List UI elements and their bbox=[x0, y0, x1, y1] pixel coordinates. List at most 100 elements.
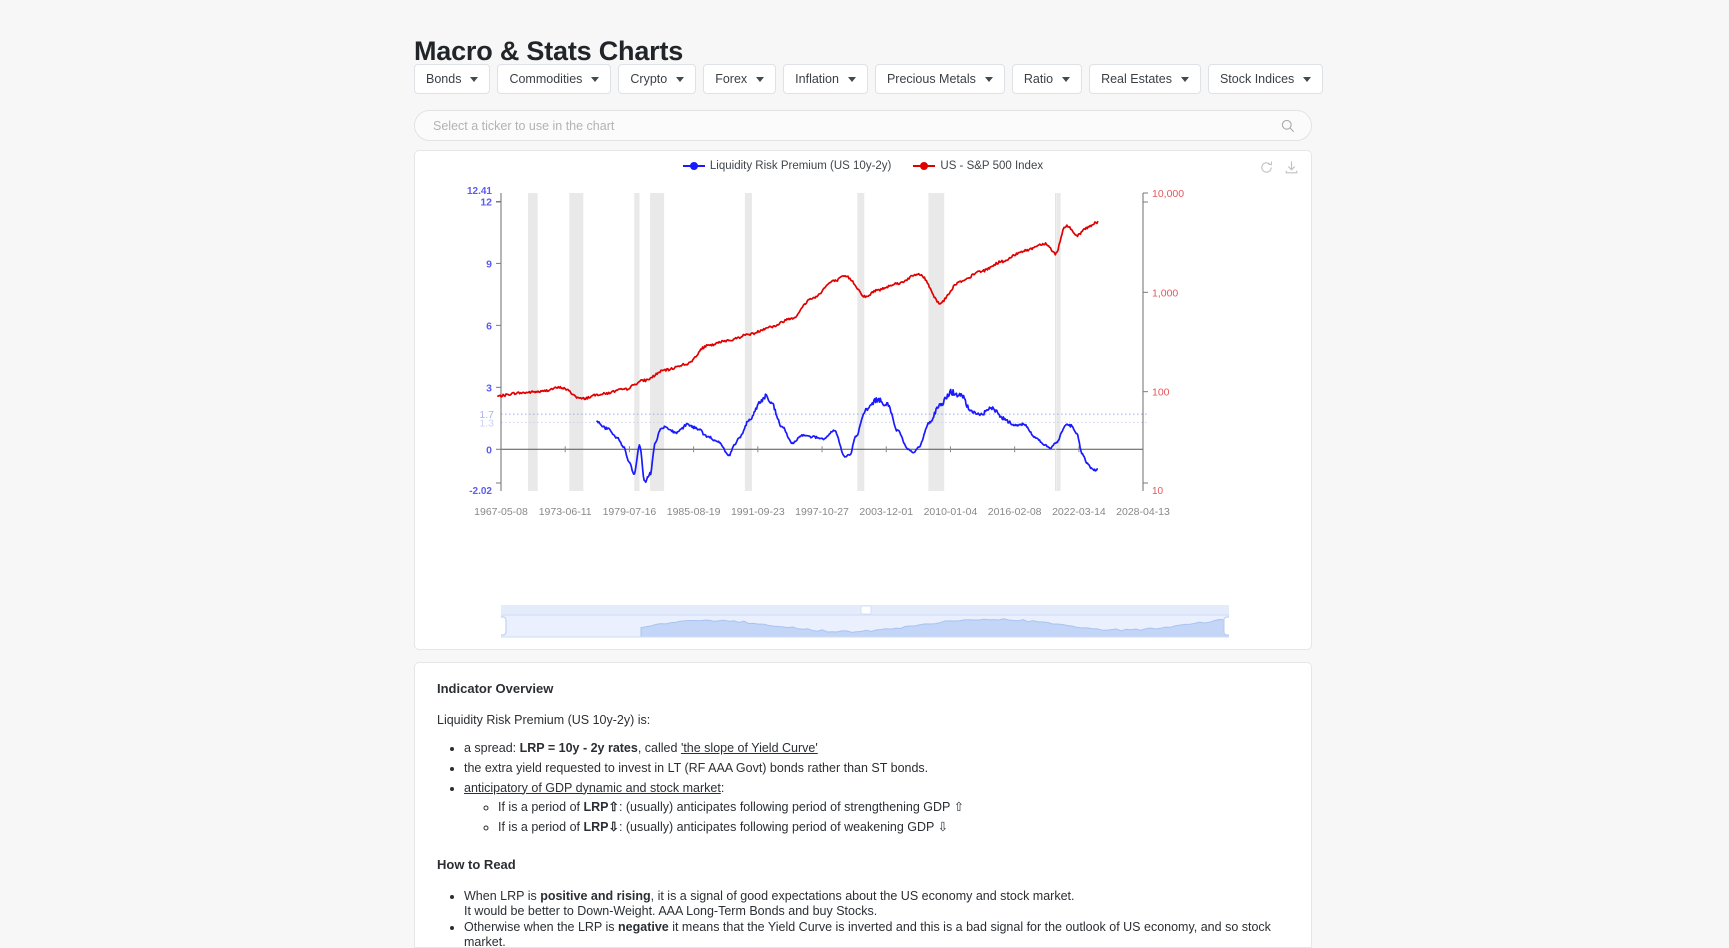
howto-bullet-negative: Otherwise when the LRP is negative it me… bbox=[464, 920, 1289, 947]
svg-text:1,000: 1,000 bbox=[1152, 287, 1178, 299]
svg-text:2028-04-13: 2028-04-13 bbox=[1116, 506, 1170, 518]
refresh-icon[interactable] bbox=[1259, 160, 1274, 175]
nav-button-ratio[interactable]: Ratio bbox=[1011, 64, 1083, 94]
chart-card: Liquidity Risk Premium (US 10y-2y) US - … bbox=[414, 150, 1312, 650]
overview-sub-list: If is a period of LRP⇧: (usually) antici… bbox=[464, 800, 1289, 835]
howto-bullet-positive: When LRP is positive and rising, it is a… bbox=[464, 889, 1289, 919]
sub-text-post: : (usually) anticipates following period… bbox=[618, 820, 938, 834]
svg-text:1997-10-27: 1997-10-27 bbox=[795, 506, 849, 518]
nav-button-commodities[interactable]: Commodities bbox=[497, 64, 612, 94]
svg-text:10: 10 bbox=[1152, 486, 1164, 497]
yield-curve-link[interactable]: 'the slope of Yield Curve' bbox=[681, 741, 818, 755]
app-page: Macro & Stats Charts Bonds Commodities C… bbox=[0, 0, 1729, 948]
nav-label: Commodities bbox=[509, 72, 583, 86]
ticker-search-bar[interactable] bbox=[414, 110, 1312, 141]
howto-text-pre: Otherwise when the LRP is bbox=[464, 920, 619, 935]
arrow-up-icon: ⇧ bbox=[608, 800, 619, 815]
howto-text-pre: When LRP is bbox=[464, 888, 541, 903]
overview-sub-lrp-up: If is a period of LRP⇧: (usually) antici… bbox=[498, 800, 1289, 815]
overview-bullet-spread: a spread: LRP = 10y - 2y rates, called '… bbox=[464, 741, 1289, 756]
svg-text:10,000: 10,000 bbox=[1152, 188, 1184, 200]
nav-button-stock-indices[interactable]: Stock Indices bbox=[1207, 64, 1324, 94]
category-nav: Bonds Commodities Crypto Forex Inflation… bbox=[414, 64, 1324, 94]
nav-label: Forex bbox=[715, 72, 748, 86]
legend-label: US - S&P 500 Index bbox=[940, 160, 1044, 172]
bullet-text-mid: , called bbox=[637, 741, 681, 755]
nav-label: Inflation bbox=[795, 72, 839, 86]
nav-label: Ratio bbox=[1023, 72, 1054, 86]
legend-item-lrp[interactable]: Liquidity Risk Premium (US 10y-2y) bbox=[682, 160, 892, 172]
howto-text-line2: It would be better to Down-Weight. AAA L… bbox=[464, 903, 878, 918]
legend-item-sp500[interactable]: US - S&P 500 Index bbox=[913, 160, 1043, 172]
arrow-down-icon: ⇩ bbox=[608, 820, 619, 834]
svg-text:2010-01-04: 2010-01-04 bbox=[924, 506, 978, 518]
nav-button-real-estates[interactable]: Real Estates bbox=[1089, 64, 1201, 94]
svg-text:1973-06-11: 1973-06-11 bbox=[539, 506, 592, 518]
nav-label: Bonds bbox=[426, 72, 462, 86]
svg-text:-2.02: -2.02 bbox=[469, 486, 492, 497]
overview-lead: Liquidity Risk Premium (US 10y-2y) is: bbox=[437, 713, 651, 727]
download-icon[interactable] bbox=[1284, 160, 1299, 175]
howto-text-bold: negative bbox=[618, 920, 669, 935]
overview-heading: Indicator Overview bbox=[437, 681, 554, 696]
svg-text:1.3: 1.3 bbox=[479, 417, 494, 429]
nav-button-bonds[interactable]: Bonds bbox=[414, 64, 491, 94]
svg-text:9: 9 bbox=[486, 258, 492, 270]
legend-marker-blue bbox=[682, 162, 705, 170]
chart-svg[interactable]: 1.71.312963012.41-2.0210,0001,0001001019… bbox=[415, 181, 1313, 601]
nav-button-inflation[interactable]: Inflation bbox=[783, 64, 868, 94]
how-to-read-list: When LRP is positive and rising, it is a… bbox=[437, 889, 1289, 947]
svg-text:1985-08-19: 1985-08-19 bbox=[667, 506, 721, 518]
nav-label: Crypto bbox=[630, 72, 668, 86]
svg-text:6: 6 bbox=[486, 320, 492, 332]
chart-legend: Liquidity Risk Premium (US 10y-2y) US - … bbox=[415, 160, 1311, 172]
nav-button-crypto[interactable]: Crypto bbox=[618, 64, 697, 94]
nav-label: Stock Indices bbox=[1219, 72, 1295, 86]
chevron-down-icon bbox=[847, 76, 856, 82]
svg-text:1967-05-08: 1967-05-08 bbox=[474, 506, 528, 518]
chevron-down-icon bbox=[1062, 76, 1071, 82]
howto-text-bold: positive and rising bbox=[540, 888, 651, 903]
anticipatory-colon: : bbox=[720, 780, 725, 795]
how-to-read-heading: How to Read bbox=[437, 856, 516, 872]
overview-bullet-list: a spread: LRP = 10y - 2y rates, called '… bbox=[437, 741, 1289, 835]
arrow-down-icon: ⇩ bbox=[937, 820, 949, 834]
chart-range-slider[interactable] bbox=[496, 603, 1234, 641]
chart-toolbar bbox=[1259, 160, 1299, 175]
chevron-down-icon bbox=[1180, 76, 1189, 82]
nav-button-forex[interactable]: Forex bbox=[703, 64, 777, 94]
svg-text:12.41: 12.41 bbox=[467, 186, 492, 197]
sub-text-pre: If is a period of bbox=[498, 820, 584, 834]
sub-text-pre: If is a period of bbox=[498, 800, 584, 815]
sub-text-post: : (usually) anticipates following period… bbox=[618, 800, 954, 815]
overview-bullet-anticipatory: anticipatory of GDP dynamic and stock ma… bbox=[464, 781, 1289, 835]
svg-text:0: 0 bbox=[486, 444, 492, 456]
bullet-text-bold: LRP = 10y - 2y rates bbox=[519, 741, 638, 755]
arrow-up-icon: ⇧ bbox=[953, 800, 965, 815]
svg-text:2022-03-14: 2022-03-14 bbox=[1052, 506, 1106, 518]
bullet-text-pre: a spread: bbox=[464, 741, 520, 755]
svg-text:1979-07-16: 1979-07-16 bbox=[603, 506, 657, 518]
chevron-down-icon bbox=[591, 76, 600, 82]
svg-text:2003-12-01: 2003-12-01 bbox=[859, 506, 913, 518]
nav-label: Real Estates bbox=[1101, 72, 1172, 86]
howto-text-post: , it is a signal of good expectations ab… bbox=[650, 888, 1075, 903]
legend-marker-red bbox=[913, 162, 936, 170]
chevron-down-icon bbox=[470, 76, 479, 82]
legend-label: Liquidity Risk Premium (US 10y-2y) bbox=[709, 160, 892, 172]
search-icon[interactable] bbox=[1281, 119, 1295, 133]
search-input[interactable] bbox=[431, 117, 1281, 134]
nav-button-precious-metals[interactable]: Precious Metals bbox=[874, 64, 1005, 94]
chevron-down-icon bbox=[984, 76, 993, 82]
range-slider-svg[interactable] bbox=[496, 603, 1234, 641]
sub-text-bold: LRP bbox=[583, 820, 609, 834]
nav-label: Precious Metals bbox=[886, 72, 976, 86]
svg-text:100: 100 bbox=[1152, 387, 1170, 399]
svg-text:2016-02-08: 2016-02-08 bbox=[988, 506, 1042, 518]
svg-text:12: 12 bbox=[480, 196, 492, 208]
anticipatory-underlined: anticipatory of GDP dynamic and stock ma… bbox=[464, 780, 721, 795]
overview-sub-lrp-down: If is a period of LRP⇩: (usually) antici… bbox=[498, 820, 1289, 835]
chart-plot-area[interactable]: 1.7 1.3 12 9 6 3 0 12.41 -2.02 10,000 1,000 100 10 19… bbox=[415, 181, 1313, 601]
chevron-down-icon bbox=[756, 76, 765, 82]
svg-text:3: 3 bbox=[486, 382, 492, 394]
